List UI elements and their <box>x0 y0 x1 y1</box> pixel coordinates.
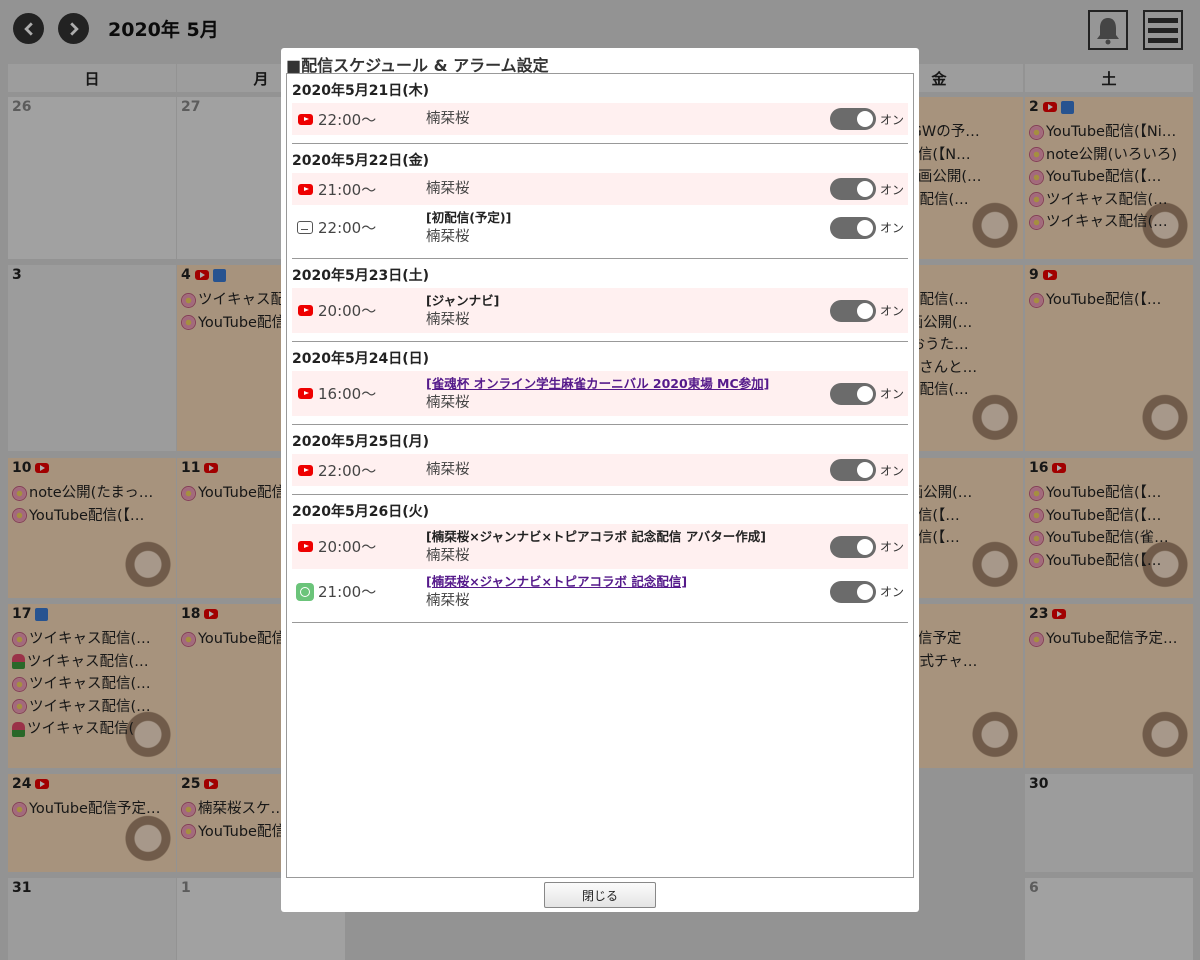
alarm-toggle-label: オン <box>880 221 905 235</box>
schedule-modal: ■配信スケジュール & アラーム設定 2020年5月21日(木) 22:00～ 楠栞… <box>281 48 919 912</box>
schedule-time: 21:00～ <box>318 583 377 601</box>
schedule-time: 21:00～ <box>318 180 377 199</box>
alarm-toggle-label: オン <box>880 463 905 478</box>
service-icon-wrap <box>292 305 318 316</box>
schedule-day-group: 2020年5月26日(火) 20:00～ [楠栞桜×ジャンナビ×トピアコラボ 記念配… <box>292 495 908 623</box>
toggle-knob <box>857 181 873 197</box>
alarm-toggle-label: オン <box>880 304 905 318</box>
alarm-toggle[interactable] <box>830 535 876 558</box>
toggle-knob <box>857 302 873 319</box>
streamer-name: 楠栞桜 <box>426 394 470 411</box>
streamer-name: 楠栞桜 <box>426 228 470 245</box>
alarm-toggle-label: オン <box>880 585 905 599</box>
niconico-icon <box>297 221 313 234</box>
schedule-detail: [初配信(予定)] 楠栞桜 <box>426 209 830 247</box>
schedule-entry: 21:00～ 楠栞桜 オン <box>292 173 908 205</box>
schedule-detail: [楠栞桜×ジャンナビ×トピアコラボ 記念配信 アバター作成] 楠栞桜 <box>426 528 830 566</box>
toggle-knob <box>857 219 873 236</box>
schedule-title: [楠栞桜×ジャンナビ×トピアコラボ 記念配信 アバター作成] <box>426 528 766 544</box>
schedule-title-link[interactable]: [楠栞桜×ジャンナビ×トピアコラボ 記念配信] <box>426 573 830 591</box>
schedule-date: 2020年5月25日(月) <box>292 434 429 450</box>
alarm-toggle-label: オン <box>880 182 905 197</box>
streamer-name: 楠栞桜 <box>426 547 470 564</box>
schedule-title: [ジャンナビ] <box>426 292 500 308</box>
alarm-toggle[interactable] <box>830 382 876 405</box>
toggle-knob <box>857 111 873 127</box>
schedule-entry: 22:00～ 楠栞桜 オン <box>292 454 908 486</box>
schedule-detail: 楠栞桜 <box>426 460 830 480</box>
youtube-icon <box>297 113 313 125</box>
service-icon-wrap <box>292 464 318 476</box>
schedule-date: 2020年5月22日(金) <box>292 153 429 169</box>
schedule-detail: [ジャンナビ] 楠栞桜 <box>426 292 830 330</box>
schedule-list[interactable]: 2020年5月21日(木) 22:00～ 楠栞桜 オン 2020年5月22日(金) 21:… <box>286 73 914 878</box>
schedule-title-link[interactable]: [雀魂杯 オンライン学生麻雀カーニバル 2020東場 MC参加] <box>426 375 830 393</box>
schedule-detail: [楠栞桜×ジャンナビ×トピアコラボ 記念配信] 楠栞桜 <box>426 573 830 611</box>
schedule-date: 2020年5月21日(木) <box>292 83 429 99</box>
streamer-name: 楠栞桜 <box>426 111 470 127</box>
service-icon-wrap <box>292 221 318 234</box>
schedule-day-group: 2020年5月21日(木) 22:00～ 楠栞桜 オン <box>292 74 908 144</box>
schedule-day-group: 2020年5月24日(日) 16:00～ [雀魂杯 オンライン学生麻雀カーニバル 2… <box>292 342 908 425</box>
schedule-entry: 16:00～ [雀魂杯 オンライン学生麻雀カーニバル 2020東場 MC参加] 楠栞… <box>292 371 908 416</box>
schedule-day-group: 2020年5月23日(土) 20:00～ [ジャンナビ] 楠栞桜 オン <box>292 259 908 342</box>
alarm-toggle[interactable] <box>830 108 876 130</box>
streamer-name: 楠栞桜 <box>426 181 470 197</box>
streamer-name: 楠栞桜 <box>426 311 470 328</box>
schedule-day-group: 2020年5月22日(金) 21:00～ 楠栞桜 オン 22:00～ [初配信(予定)] 楠… <box>292 144 908 259</box>
schedule-title: [初配信(予定)] <box>426 209 512 225</box>
alarm-toggle-label: オン <box>880 112 905 127</box>
service-icon-wrap <box>292 582 318 601</box>
schedule-date: 2020年5月26日(火) <box>292 504 429 520</box>
schedule-time: 22:00～ <box>318 461 377 480</box>
schedule-date: 2020年5月24日(日) <box>292 351 429 367</box>
schedule-detail: 楠栞桜 <box>426 109 830 129</box>
schedule-entry: 20:00～ [ジャンナビ] 楠栞桜 オン <box>292 288 908 333</box>
service-icon-wrap <box>292 541 318 552</box>
service-icon-wrap <box>292 388 318 399</box>
youtube-icon <box>297 183 313 195</box>
alarm-toggle[interactable] <box>830 459 876 481</box>
schedule-time: 22:00～ <box>318 110 377 129</box>
schedule-entry: 22:00～ [初配信(予定)] 楠栞桜 オン <box>292 205 908 250</box>
streamer-name: 楠栞桜 <box>426 592 470 609</box>
toggle-knob <box>857 462 873 478</box>
schedule-entry: 20:00～ [楠栞桜×ジャンナビ×トピアコラボ 記念配信 アバター作成] 楠栞桜 オ… <box>292 524 908 569</box>
schedule-day-group: 2020年5月25日(月) 22:00～ 楠栞桜 オン <box>292 425 908 495</box>
schedule-entry: 21:00～ [楠栞桜×ジャンナビ×トピアコラボ 記念配信] 楠栞桜 オン <box>292 569 908 614</box>
alarm-toggle-label: オン <box>880 540 905 554</box>
schedule-entry: 22:00～ 楠栞桜 オン <box>292 103 908 135</box>
youtube-icon <box>297 388 313 399</box>
schedule-date: 2020年5月23日(土) <box>292 268 429 284</box>
schedule-time: 16:00～ <box>318 385 377 403</box>
schedule-detail: 楠栞桜 <box>426 179 830 199</box>
youtube-icon <box>297 541 313 552</box>
toggle-knob <box>857 385 873 402</box>
youtube-icon <box>297 464 313 476</box>
topia-icon <box>296 582 314 601</box>
schedule-time: 20:00～ <box>318 302 377 320</box>
schedule-time: 20:00～ <box>318 538 377 556</box>
youtube-icon <box>297 305 313 316</box>
schedule-time: 22:00～ <box>318 219 377 237</box>
alarm-toggle[interactable] <box>830 216 876 239</box>
alarm-toggle-label: オン <box>880 387 905 401</box>
alarm-toggle[interactable] <box>830 580 876 603</box>
service-icon-wrap <box>292 113 318 125</box>
alarm-toggle[interactable] <box>830 178 876 200</box>
toggle-knob <box>857 583 873 600</box>
schedule-detail: [雀魂杯 オンライン学生麻雀カーニバル 2020東場 MC参加] 楠栞桜 <box>426 375 830 413</box>
close-button[interactable]: 閉じる <box>544 882 656 908</box>
service-icon-wrap <box>292 183 318 195</box>
alarm-toggle[interactable] <box>830 299 876 322</box>
streamer-name: 楠栞桜 <box>426 462 470 478</box>
toggle-knob <box>857 538 873 555</box>
